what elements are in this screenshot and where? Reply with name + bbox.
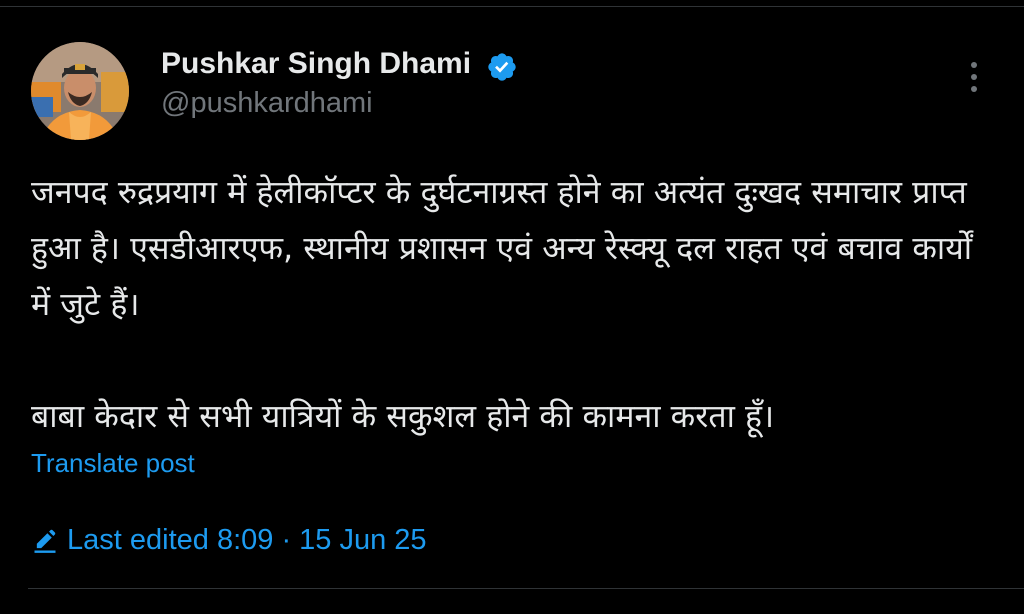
- pencil-icon: [34, 529, 56, 553]
- author-name[interactable]: Pushkar Singh Dhami: [161, 44, 471, 84]
- author-handle[interactable]: @pushkardhami: [161, 85, 373, 121]
- translate-post-link[interactable]: Translate post: [31, 446, 195, 480]
- tweet-text: जनपद रुद्रप्रयाग में हेलीकॉप्टर के दुर्घ…: [31, 164, 1001, 444]
- top-divider: [0, 6, 1024, 7]
- edited-timestamp: Last edited 8:09 · 15 Jun 25: [67, 524, 427, 556]
- more-options-icon[interactable]: [958, 56, 990, 98]
- avatar[interactable]: [31, 42, 129, 140]
- tweet-paragraph: बाबा केदार से सभी यात्रियों के सकुशल होन…: [31, 397, 775, 435]
- edit-history-link[interactable]: Last edited 8:09 · 15 Jun 25: [31, 520, 427, 560]
- verified-badge-icon: [488, 53, 516, 81]
- tweet-paragraph: जनपद रुद्रप्रयाग में हेलीकॉप्टर के दुर्घ…: [31, 173, 973, 323]
- avatar-image: [31, 42, 129, 140]
- bottom-divider: [28, 588, 1024, 589]
